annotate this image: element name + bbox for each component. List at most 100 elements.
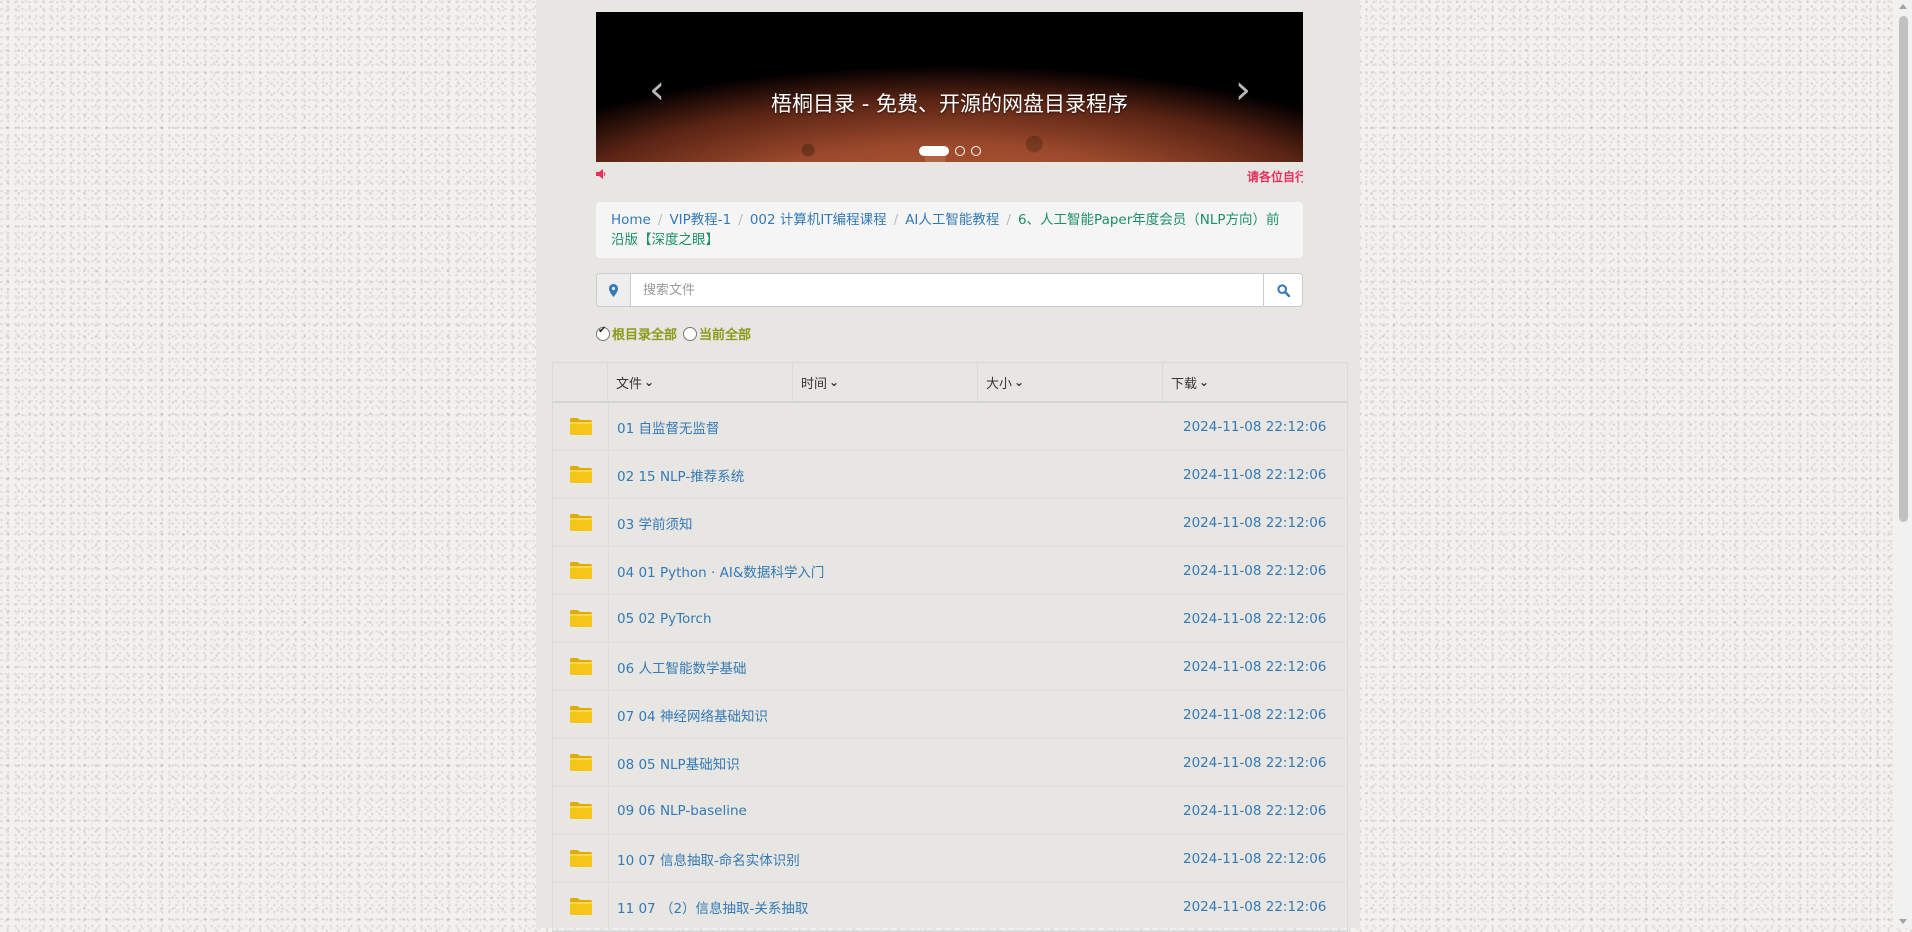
carousel-indicator-1[interactable]: [918, 146, 949, 156]
scope-root-radio[interactable]: [596, 325, 610, 341]
file-name-link[interactable]: 01 自监督无监督: [609, 403, 1183, 450]
table-row[interactable]: 07 04 神经网络基础知识 2024-11-08 22:12:06: [553, 691, 1347, 739]
table-row[interactable]: 03 学前须知 2024-11-08 22:12:06: [553, 499, 1347, 547]
folder-icon: [569, 850, 592, 867]
breadcrumb-home[interactable]: Home: [611, 212, 651, 228]
table-row[interactable]: 08 05 NLP基础知识 2024-11-08 22:12:06: [553, 739, 1347, 787]
table-row[interactable]: 10 07 信息抽取-命名实体识别 2024-11-08 22:12:06: [553, 835, 1347, 883]
row-icon-cell: [553, 691, 609, 738]
table-row[interactable]: 05 02 PyTorch 2024-11-08 22:12:06: [553, 595, 1347, 643]
file-time: 2024-11-08 22:12:06: [1183, 658, 1327, 675]
file-name-link[interactable]: 07 04 神经网络基础知识: [609, 691, 1183, 738]
row-icon-cell: [553, 403, 609, 450]
file-name-link[interactable]: 02 15 NLP-推荐系统: [609, 451, 1183, 498]
row-icon-cell: [553, 787, 609, 834]
table-header: 文件 ⌄ 时间 ⌄ 大小 ⌄ 下载 ⌄: [553, 363, 1347, 403]
folder-icon: [569, 754, 592, 771]
folder-icon: [569, 466, 592, 483]
breadcrumb-ai-tutorials[interactable]: AI人工智能教程: [905, 212, 999, 228]
folder-icon: [569, 658, 592, 675]
header-size-label: 大小: [986, 376, 1013, 392]
page-scrollbar[interactable]: [1895, 0, 1912, 928]
file-name-link[interactable]: 11 07 （2）信息抽取-关系抽取: [609, 883, 1183, 930]
chevron-down-icon: ⌄: [644, 375, 655, 389]
file-name-link[interactable]: 09 06 NLP-baseline: [609, 787, 1183, 834]
chevron-down-icon: ⌄: [1014, 375, 1025, 389]
breadcrumb-separator: /: [893, 212, 899, 228]
file-name-link[interactable]: 03 学前须知: [609, 499, 1183, 546]
table-row[interactable]: 01 自监督无监督 2024-11-08 22:12:06: [553, 403, 1347, 451]
file-name-link[interactable]: 06 人工智能数学基础: [609, 643, 1183, 690]
folder-icon: [569, 706, 592, 723]
carousel-indicators: [596, 146, 1303, 156]
folder-icon: [569, 514, 592, 531]
file-time: 2024-11-08 22:12:06: [1183, 466, 1327, 483]
header-size[interactable]: 大小 ⌄: [978, 363, 1163, 401]
breadcrumb-separator: /: [1006, 212, 1011, 228]
carousel-prev-icon[interactable]: ‹: [642, 70, 672, 110]
page-container: 梧桐目录 - 免费、开源的网盘目录程序 ‹ › 请各位自行 Home / VIP教程…: [536, 0, 1360, 932]
file-time: 2024-11-08 22:12:06: [1183, 802, 1327, 819]
file-time: 2024-11-08 22:12:06: [1183, 850, 1327, 867]
row-icon-cell: [553, 451, 609, 498]
banner-carousel[interactable]: 梧桐目录 - 免费、开源的网盘目录程序 ‹ ›: [596, 12, 1303, 162]
chevron-down-icon: ⌄: [829, 375, 840, 389]
header-download-label: 下载: [1171, 376, 1198, 392]
breadcrumb-separator: /: [738, 212, 743, 228]
file-time: 2024-11-08 22:12:06: [1183, 754, 1327, 771]
row-icon-cell: [553, 643, 609, 690]
scope-current-radio[interactable]: [683, 326, 698, 341]
scroll-down-icon[interactable]: [1899, 919, 1907, 924]
notice-marquee: 请各位自行: [596, 166, 1303, 184]
breadcrumb: Home / VIP教程-1/002 计算机IT编程课程 / AI人工智能教程/6、人工…: [596, 202, 1303, 258]
scope-current-label[interactable]: 当前全部: [699, 324, 751, 343]
search-icon: [1276, 283, 1290, 297]
scrollbar-thumb[interactable]: [1899, 16, 1908, 522]
header-file[interactable]: 文件 ⌄: [608, 363, 793, 401]
carousel-indicator-2[interactable]: [954, 146, 965, 156]
carousel-indicator-3[interactable]: [970, 146, 981, 156]
search-addon: [597, 274, 631, 306]
table-row[interactable]: 04 01 Python · AI&数据科学入门 2024-11-08 22:12…: [553, 547, 1347, 595]
breadcrumb-it-courses[interactable]: 002 计算机IT编程课程: [750, 212, 887, 228]
scope-root-label[interactable]: 根目录全部: [612, 324, 677, 343]
breadcrumb-vip-tutorials[interactable]: VIP教程-1: [669, 212, 731, 228]
map-marker-icon: [609, 283, 618, 297]
carousel-caption: 梧桐目录 - 免费、开源的网盘目录程序: [771, 92, 1128, 116]
search-button[interactable]: [1263, 274, 1302, 306]
file-time: 2024-11-08 22:12:06: [1183, 418, 1327, 435]
row-icon-cell: [553, 499, 609, 546]
file-name-link[interactable]: 10 07 信息抽取-命名实体识别: [609, 835, 1183, 882]
row-icon-cell: [553, 883, 609, 930]
header-icon-col: [553, 363, 608, 401]
folder-icon: [569, 898, 592, 915]
speaker-icon: [596, 169, 606, 179]
header-time[interactable]: 时间 ⌄: [793, 363, 978, 401]
breadcrumb-separator: /: [657, 212, 663, 228]
row-icon-cell: [553, 739, 609, 786]
file-table: 文件 ⌄ 时间 ⌄ 大小 ⌄ 下载 ⌄ 01 自监督无监督 2024-11-08 22:1…: [552, 362, 1348, 932]
marquee-text: 请各位自行: [1247, 170, 1303, 184]
row-icon-cell: [553, 835, 609, 882]
table-row[interactable]: 11 07 （2）信息抽取-关系抽取 2024-11-08 22:12:06: [553, 883, 1347, 931]
row-icon-cell: [553, 547, 609, 594]
table-row[interactable]: 02 15 NLP-推荐系统 2024-11-08 22:12:06: [553, 451, 1347, 499]
file-time: 2024-11-08 22:12:06: [1183, 898, 1327, 915]
header-file-label: 文件: [616, 376, 643, 392]
file-name-link[interactable]: 08 05 NLP基础知识: [609, 739, 1183, 786]
scroll-up-icon[interactable]: [1899, 4, 1907, 9]
file-name-link[interactable]: 04 01 Python · AI&数据科学入门: [609, 547, 1183, 594]
folder-icon: [569, 802, 592, 819]
header-download[interactable]: 下载 ⌄: [1163, 363, 1347, 401]
folder-icon: [569, 418, 592, 435]
file-name-link[interactable]: 05 02 PyTorch: [609, 595, 1183, 642]
search-input[interactable]: [631, 274, 1263, 306]
table-row[interactable]: 06 人工智能数学基础 2024-11-08 22:12:06: [553, 643, 1347, 691]
file-time: 2024-11-08 22:12:06: [1183, 706, 1327, 723]
carousel-next-icon[interactable]: ›: [1228, 70, 1258, 110]
table-row[interactable]: 09 06 NLP-baseline 2024-11-08 22:12:06: [553, 787, 1347, 835]
search-scope: 根目录全部 当前全部: [596, 324, 757, 343]
table-body: 01 自监督无监督 2024-11-08 22:12:06 02 15 NLP-推荐…: [553, 403, 1347, 931]
file-time: 2024-11-08 22:12:06: [1183, 514, 1327, 531]
file-time: 2024-11-08 22:12:06: [1183, 610, 1327, 627]
